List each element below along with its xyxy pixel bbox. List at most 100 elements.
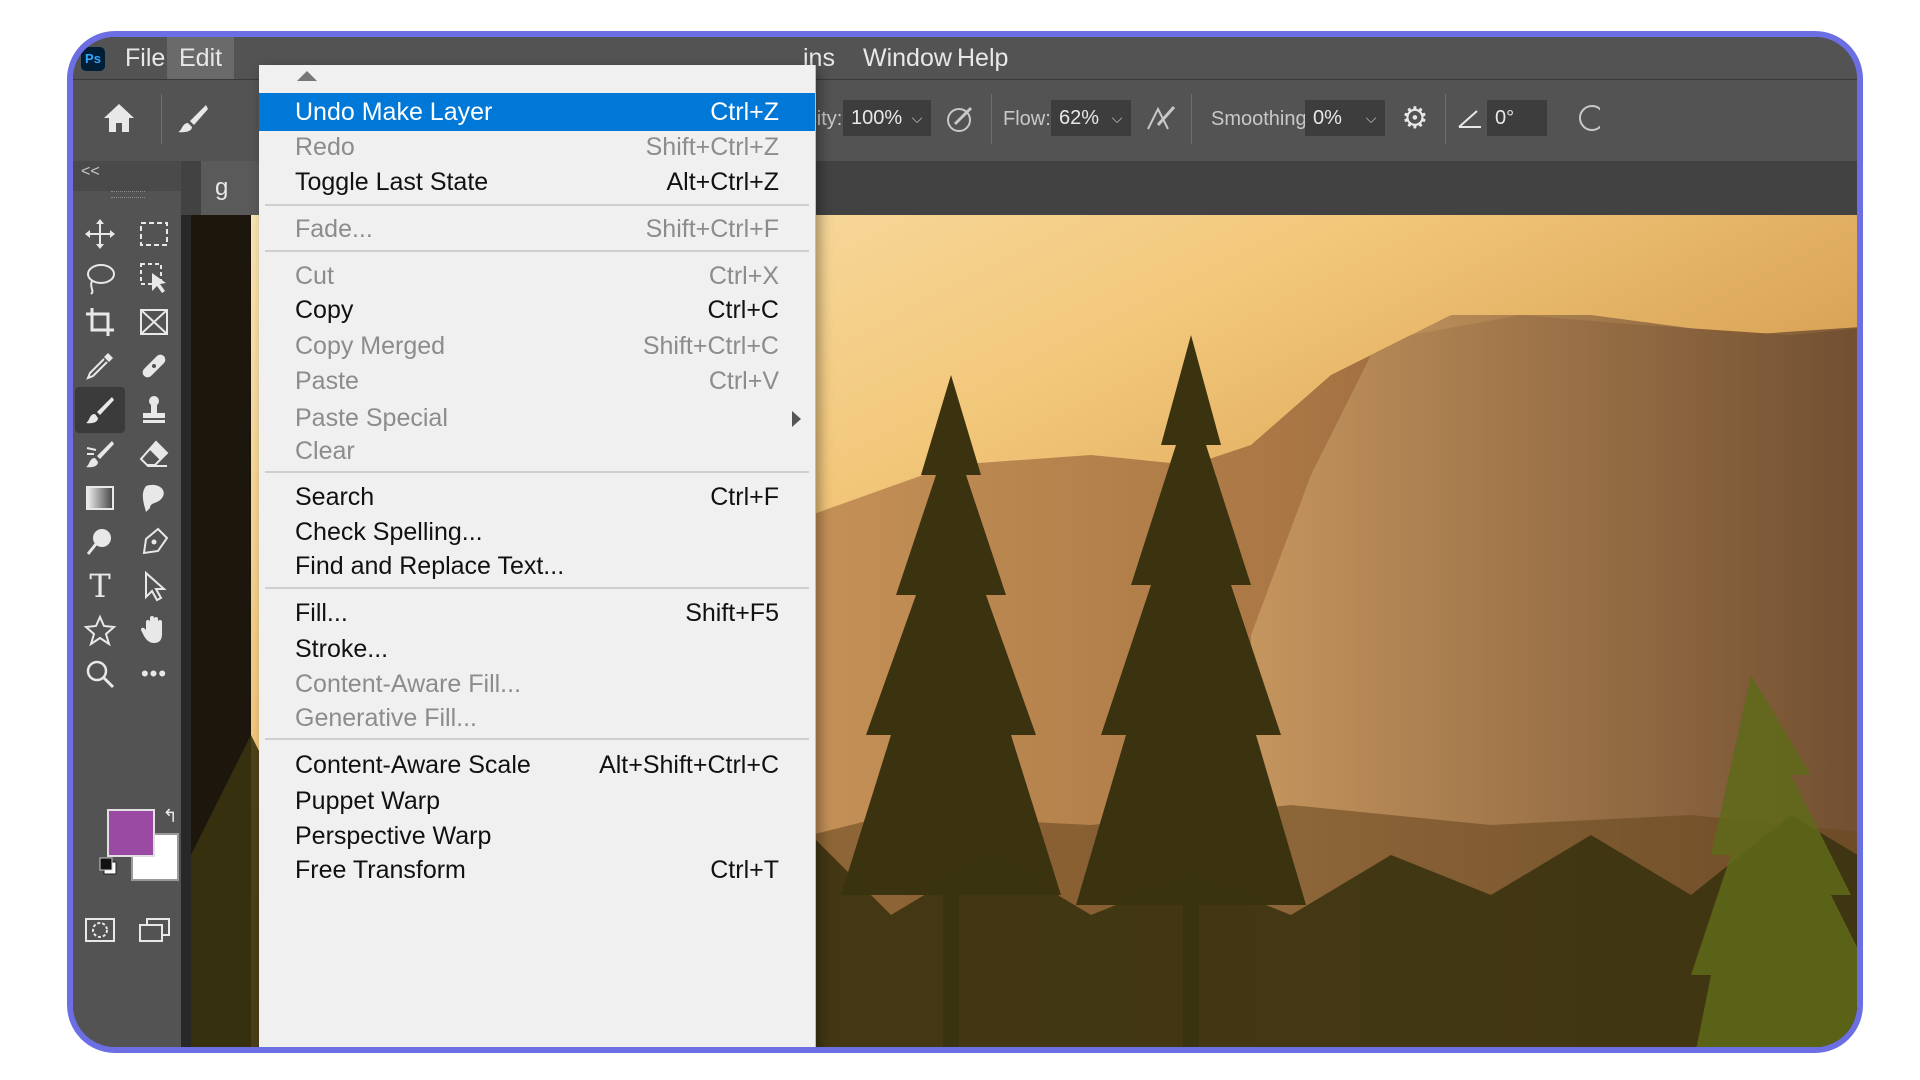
hand-tool-icon bbox=[141, 616, 162, 643]
menu-item-label: Content-Aware Fill... bbox=[295, 670, 522, 698]
quick-mask-tool[interactable] bbox=[75, 907, 125, 953]
home-icon[interactable] bbox=[99, 98, 139, 138]
pressure-size-icon[interactable] bbox=[1565, 98, 1605, 138]
swap-colors-icon[interactable]: ↰ bbox=[159, 805, 181, 827]
menu-item-redo[interactable]: Redo Shift+Ctrl+Z bbox=[259, 128, 815, 166]
menu-item-shortcut: Shift+Ctrl+F bbox=[645, 215, 779, 243]
menu-item-free-transform[interactable]: Free Transform Ctrl+T bbox=[259, 851, 815, 889]
type-tool-icon: T bbox=[89, 567, 111, 605]
menu-item-find-replace-text[interactable]: Find and Replace Text... bbox=[259, 547, 815, 585]
menu-item-fill[interactable]: Fill... Shift+F5 bbox=[259, 594, 815, 632]
menu-item-undo[interactable]: Undo Make Layer Ctrl+Z bbox=[259, 93, 815, 131]
lasso-tool-icon bbox=[87, 264, 115, 295]
brush-tool[interactable] bbox=[75, 387, 125, 433]
frame-tool[interactable] bbox=[129, 299, 179, 345]
blur-tool[interactable] bbox=[129, 475, 179, 521]
shape-tool[interactable] bbox=[75, 607, 125, 653]
menu-item-puppet-warp[interactable]: Puppet Warp bbox=[259, 782, 815, 820]
eyedropper-tool-icon bbox=[86, 353, 113, 380]
collapse-panel-icon[interactable]: << bbox=[81, 163, 100, 181]
menu-separator bbox=[265, 204, 809, 206]
eyedropper-tool[interactable] bbox=[75, 343, 125, 389]
menu-item-label: Puppet Warp bbox=[295, 787, 440, 815]
pen-tool-icon bbox=[142, 527, 169, 555]
menu-item-cut[interactable]: Cut Ctrl+X bbox=[259, 257, 815, 295]
quick-mask-icon bbox=[85, 918, 115, 942]
gear-icon[interactable]: ⚙ bbox=[1395, 98, 1435, 138]
menu-item-label: Redo bbox=[295, 133, 355, 161]
smoothing-dropdown-chevron-icon[interactable]: ⌵ bbox=[1357, 100, 1385, 136]
menu-item-shortcut: Shift+F5 bbox=[685, 599, 779, 627]
menu-item-shortcut: Alt+Ctrl+Z bbox=[666, 168, 779, 196]
flow-input[interactable]: 62% bbox=[1051, 100, 1103, 136]
more-tools[interactable]: ••• bbox=[129, 651, 179, 697]
menu-item-label: Undo Make Layer bbox=[295, 98, 493, 126]
shape-tool-icon bbox=[83, 614, 117, 646]
photoshop-window: Ps File Edit ins Window Help Opacity: 10… bbox=[67, 31, 1863, 1053]
healing-brush-tool[interactable] bbox=[129, 343, 179, 389]
submenu-arrow-icon bbox=[792, 411, 801, 427]
menu-item-stroke[interactable]: Stroke... bbox=[259, 630, 815, 668]
marquee-tool[interactable] bbox=[129, 211, 179, 257]
edit-menu-dropdown: Undo Make Layer Ctrl+Z Redo Shift+Ctrl+Z… bbox=[259, 65, 816, 1047]
menu-item-copy[interactable]: Copy Ctrl+C bbox=[259, 291, 815, 329]
menu-edit[interactable]: Edit bbox=[167, 37, 235, 79]
zoom-tool[interactable] bbox=[75, 651, 125, 697]
scroll-up-arrow-icon[interactable] bbox=[297, 71, 317, 81]
object-selection-tool-icon bbox=[140, 263, 166, 293]
menu-help[interactable]: Help bbox=[945, 37, 1020, 79]
menu-item-label: Paste bbox=[295, 367, 359, 395]
menu-item-label: Stroke... bbox=[295, 635, 389, 663]
object-selection-tool[interactable] bbox=[129, 255, 179, 301]
menu-item-label: Copy bbox=[295, 296, 354, 324]
menu-item-toggle-last-state[interactable]: Toggle Last State Alt+Ctrl+Z bbox=[259, 163, 815, 201]
menu-item-generative-fill[interactable]: Generative Fill... bbox=[259, 699, 815, 737]
airbrush-icon[interactable] bbox=[1141, 98, 1181, 138]
history-brush-tool[interactable] bbox=[75, 431, 125, 477]
eraser-tool[interactable] bbox=[129, 431, 179, 477]
pressure-opacity-icon[interactable] bbox=[941, 98, 981, 138]
menu-item-shortcut: Ctrl+F bbox=[710, 483, 779, 511]
menu-item-fade[interactable]: Fade... Shift+Ctrl+F bbox=[259, 210, 815, 248]
photoshop-logo-icon: Ps bbox=[81, 47, 105, 71]
flow-dropdown-chevron-icon[interactable]: ⌵ bbox=[1103, 100, 1131, 136]
screen-mode-tool[interactable] bbox=[129, 907, 179, 953]
type-tool[interactable]: T bbox=[75, 563, 125, 609]
opacity-dropdown-chevron-icon[interactable]: ⌵ bbox=[903, 100, 931, 136]
menu-item-copy-merged[interactable]: Copy Merged Shift+Ctrl+C bbox=[259, 327, 815, 365]
lasso-tool[interactable] bbox=[75, 255, 125, 301]
dodge-tool[interactable] bbox=[75, 519, 125, 565]
menu-item-shortcut: Ctrl+X bbox=[708, 262, 779, 290]
brush-tool-icon bbox=[86, 397, 114, 424]
pen-tool[interactable] bbox=[129, 519, 179, 565]
eraser-tool-icon bbox=[139, 440, 169, 467]
default-colors-icon[interactable] bbox=[97, 855, 119, 877]
brush-preset-icon[interactable] bbox=[173, 98, 213, 138]
menu-item-label: Find and Replace Text... bbox=[295, 552, 565, 580]
menu-item-check-spelling[interactable]: Check Spelling... bbox=[259, 513, 815, 551]
panel-grip[interactable] bbox=[111, 191, 145, 198]
smoothing-input[interactable]: 0% bbox=[1305, 100, 1357, 136]
menu-item-content-aware-scale[interactable]: Content-Aware Scale Alt+Shift+Ctrl+C bbox=[259, 746, 815, 784]
menu-item-label: Check Spelling... bbox=[295, 518, 483, 546]
menu-item-label: Perspective Warp bbox=[295, 822, 492, 850]
menu-item-label: Content-Aware Scale bbox=[295, 751, 531, 779]
angle-input[interactable]: 0° bbox=[1487, 100, 1547, 136]
foreground-color-swatch[interactable] bbox=[107, 809, 155, 857]
menu-item-label: Fade... bbox=[295, 215, 373, 243]
menu-item-search[interactable]: Search Ctrl+F bbox=[259, 478, 815, 516]
menu-item-content-aware-fill[interactable]: Content-Aware Fill... bbox=[259, 665, 815, 703]
hand-tool[interactable] bbox=[129, 607, 179, 653]
opacity-input[interactable]: 100% bbox=[843, 100, 903, 136]
menu-item-perspective-warp[interactable]: Perspective Warp bbox=[259, 817, 815, 855]
menu-item-shortcut: Shift+Ctrl+C bbox=[642, 332, 779, 360]
document-tab[interactable]: g bbox=[201, 161, 261, 215]
menu-item-clear[interactable]: Clear bbox=[259, 432, 815, 470]
menu-item-label: Free Transform bbox=[295, 856, 466, 884]
move-tool[interactable] bbox=[75, 211, 125, 257]
path-selection-tool[interactable] bbox=[129, 563, 179, 609]
gradient-tool[interactable] bbox=[75, 475, 125, 521]
menu-item-paste[interactable]: Paste Ctrl+V bbox=[259, 362, 815, 400]
crop-tool[interactable] bbox=[75, 299, 125, 345]
clone-stamp-tool[interactable] bbox=[129, 387, 179, 433]
